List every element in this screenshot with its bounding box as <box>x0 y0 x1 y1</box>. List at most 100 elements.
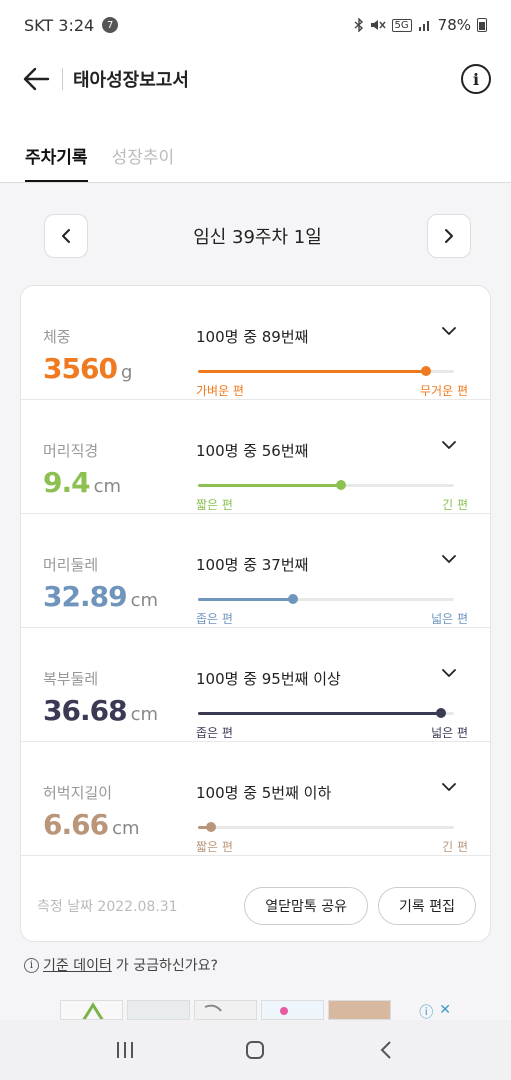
home-button[interactable] <box>233 1028 277 1072</box>
metric-label: 복부둘레 <box>43 670 99 688</box>
metric-value: 3560 g <box>43 352 132 385</box>
range-high-label: 긴 편 <box>442 840 468 854</box>
ad-thumbnail[interactable] <box>328 1000 391 1020</box>
range-low-label: 짧은 편 <box>196 498 233 512</box>
system-navigation-bar <box>0 1020 511 1080</box>
chevron-left-icon <box>62 229 70 243</box>
metric-number: 9.4 <box>43 466 91 499</box>
status-right: 5G 78% <box>354 16 487 34</box>
percentile-track <box>198 366 454 376</box>
signal-icon <box>418 21 429 31</box>
ad-thumbnail[interactable] <box>127 1000 190 1020</box>
carrier-time: SKT 3:24 <box>24 15 95 35</box>
info-button[interactable]: i <box>461 64 491 94</box>
chevron-down-icon[interactable] <box>442 782 456 792</box>
metric-row[interactable]: 머리둘레 32.89 cm 100명 중 37번째 좁은 편 넓은 편 <box>21 514 490 628</box>
battery-percent: 78% <box>437 16 471 34</box>
percentile-track <box>198 480 454 490</box>
metric-number: 32.89 <box>43 580 128 613</box>
measure-date: 측정 날짜 2022.08.31 <box>37 899 178 915</box>
chevron-down-icon[interactable] <box>442 440 456 450</box>
percentile-fill <box>198 370 426 373</box>
chevron-down-icon[interactable] <box>442 326 456 336</box>
range-low-label: 좁은 편 <box>196 726 233 740</box>
reference-data-link[interactable]: 기준 데이터 <box>43 955 112 975</box>
ad-close-icon[interactable]: ✕ <box>439 1002 451 1022</box>
header-divider <box>62 68 63 90</box>
metric-unit: cm <box>130 704 159 725</box>
edit-record-button[interactable]: 기록 편집 <box>378 887 476 925</box>
ad-info-icon[interactable]: ⓘ <box>419 1002 433 1022</box>
metric-row[interactable]: 복부둘레 36.68 cm 100명 중 95번째 이상 좁은 편 넓은 편 <box>21 628 490 742</box>
tab-weekly-record[interactable]: 주차기록 <box>25 143 88 182</box>
ad-banner[interactable]: ⓘ ✕ <box>0 1000 511 1022</box>
help-text: 가 궁금하신가요? <box>115 958 218 974</box>
previous-week-button[interactable] <box>44 214 88 258</box>
system-back-button[interactable] <box>364 1028 408 1072</box>
share-button[interactable]: 열닫맘톡 공유 <box>244 887 369 925</box>
chevron-down-icon[interactable] <box>442 554 456 564</box>
growth-report-card: 체중 3560 g 100명 중 89번째 가벼운 편 무거운 편 머리직경 9.… <box>20 285 491 942</box>
metric-rank: 100명 중 89번째 <box>196 328 309 346</box>
metric-label: 머리둘레 <box>43 556 99 574</box>
back-icon <box>380 1041 391 1059</box>
ad-thumbnail[interactable] <box>261 1000 324 1020</box>
bluetooth-icon <box>354 18 363 32</box>
metric-rank: 100명 중 56번째 <box>196 442 309 460</box>
percentile-marker <box>421 366 431 376</box>
percentile-track <box>198 822 454 832</box>
status-bar: SKT 3:24 7 5G 78% <box>0 0 511 50</box>
page-title: 태아성장보고서 <box>73 70 189 91</box>
metric-list: 체중 3560 g 100명 중 89번째 가벼운 편 무거운 편 머리직경 9.… <box>21 286 490 856</box>
metric-row[interactable]: 체중 3560 g 100명 중 89번째 가벼운 편 무거운 편 <box>21 286 490 400</box>
metric-number: 36.68 <box>43 694 128 727</box>
next-week-button[interactable] <box>426 214 471 258</box>
range-high-label: 넓은 편 <box>431 612 468 626</box>
metric-rank: 100명 중 37번째 <box>196 556 309 574</box>
metric-row[interactable]: 허벅지길이 6.66 cm 100명 중 5번째 이하 짧은 편 긴 편 <box>21 742 490 856</box>
week-label: 임신 39주차 1일 <box>193 227 322 248</box>
notification-count-badge: 7 <box>102 17 119 33</box>
home-icon <box>246 1041 265 1059</box>
help-line: i 기준 데이터 가 궁금하신가요? <box>24 955 218 975</box>
percentile-track <box>198 708 454 718</box>
metric-rank: 100명 중 95번째 이상 <box>196 670 341 688</box>
chevron-right-icon <box>444 229 453 243</box>
back-button[interactable] <box>14 57 58 101</box>
card-footer: 측정 날짜 2022.08.31 열닫맘톡 공유 기록 편집 <box>21 871 490 941</box>
range-high-label: 무거운 편 <box>420 384 468 398</box>
percentile-marker <box>288 594 298 604</box>
network-label: 5G <box>391 18 412 32</box>
arrow-left-icon <box>23 67 50 91</box>
status-left: SKT 3:24 7 <box>24 15 119 35</box>
metric-row[interactable]: 머리직경 9.4 cm 100명 중 56번째 짧은 편 긴 편 <box>21 400 490 514</box>
percentile-track <box>198 594 454 604</box>
week-navigator: 임신 39주차 1일 <box>0 213 511 259</box>
percentile-fill <box>198 484 341 487</box>
metric-number: 3560 <box>43 352 118 385</box>
tab-bar: 주차기록 성장추이 <box>0 108 511 183</box>
chevron-down-icon[interactable] <box>442 668 456 678</box>
tab-growth-trend[interactable]: 성장추이 <box>112 143 175 182</box>
metric-unit: cm <box>130 590 159 611</box>
metric-unit: cm <box>112 818 140 839</box>
percentile-fill <box>198 598 293 601</box>
percentile-fill <box>198 712 441 715</box>
metric-value: 36.68 cm <box>43 694 158 727</box>
percentile-marker <box>206 822 216 832</box>
metric-value: 6.66 cm <box>43 808 140 841</box>
metric-rank: 100명 중 5번째 이하 <box>196 784 332 802</box>
ad-thumbnail[interactable] <box>194 1000 257 1020</box>
range-high-label: 긴 편 <box>442 498 468 512</box>
metric-number: 6.66 <box>43 808 109 841</box>
metric-label: 머리직경 <box>43 442 99 460</box>
app-header: 태아성장보고서 i <box>0 50 511 108</box>
recent-apps-button[interactable] <box>103 1028 147 1072</box>
metric-unit: cm <box>93 476 122 497</box>
range-high-label: 넓은 편 <box>431 726 468 740</box>
percentile-marker <box>336 480 346 490</box>
info-icon: i <box>472 69 480 89</box>
ad-thumbnail[interactable] <box>60 1000 123 1020</box>
mute-icon <box>370 20 386 30</box>
range-low-label: 좁은 편 <box>196 612 233 626</box>
